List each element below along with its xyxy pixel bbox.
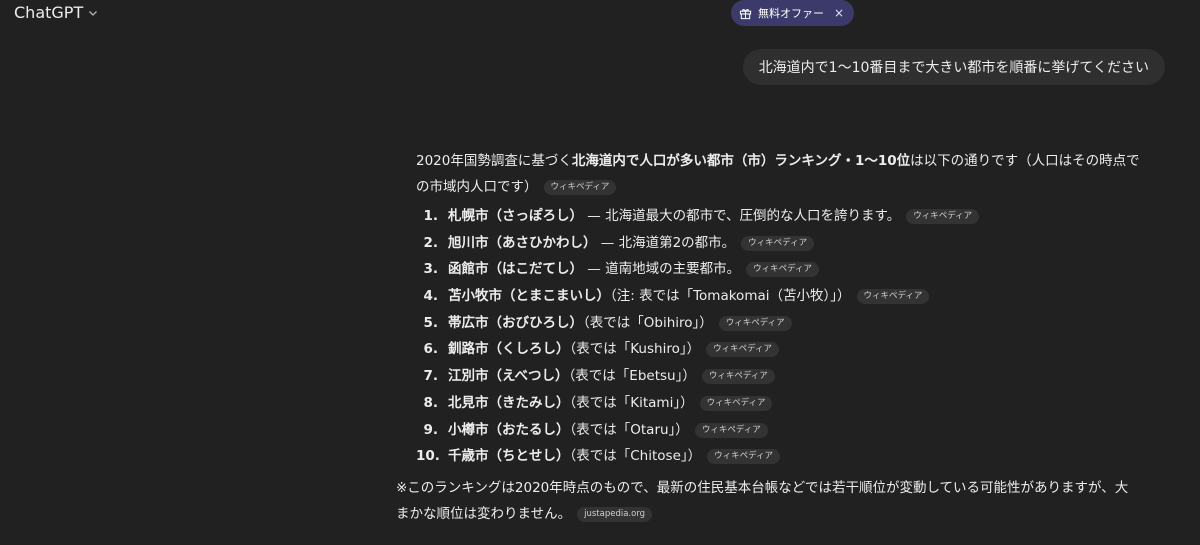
list-item: 5. 帯広市（おびひろし）（表では「Obihiro」） ウィキペディア: [416, 310, 1176, 337]
city-desc: （表では「Obihiro」）: [583, 314, 713, 331]
list-item: 6. 釧路市（くしろし）（表では「Kushiro」） ウィキペディア: [416, 336, 1176, 363]
list-number: 5.: [423, 314, 438, 331]
answer-intro: 2020年国勢調査に基づく北海道内で人口が多い都市（市）ランキング・1〜10位は…: [416, 148, 1176, 200]
city-name: 函館市（はこだてし）: [448, 261, 583, 278]
list-number: 3.: [423, 261, 438, 278]
user-message-bubble: 北海道内で1〜10番目まで大きい都市を順番に挙げてください: [742, 49, 1165, 85]
list-number: 2.: [423, 234, 438, 251]
list-item: 8. 北見市（きたみし）（表では「Kitami」） ウィキペディア: [416, 390, 1176, 417]
assistant-answer: 2020年国勢調査に基づく北海道内で人口が多い都市（市）ランキング・1〜10位は…: [396, 148, 1176, 527]
city-name: 小樽市（おたるし）: [448, 421, 570, 438]
top-bar: ChatGPT 無料オファー ×: [0, 0, 1200, 30]
source-chip[interactable]: ウィキペディア: [856, 289, 930, 305]
source-chip[interactable]: ウィキペディア: [701, 369, 775, 385]
list-item: 3. 函館市（はこだてし） — 道南地域の主要都市。 ウィキペディア: [416, 256, 1176, 283]
app-title: ChatGPT: [14, 3, 84, 22]
list-item: 7. 江別市（えべつし）（表では「Ebetsu」） ウィキペディア: [416, 363, 1176, 390]
city-name: 苫小牧市（とまこまいし）: [448, 288, 610, 305]
source-chip[interactable]: justapedia.org: [577, 506, 653, 522]
list-number: 7.: [423, 368, 438, 385]
list-number: 8.: [423, 394, 438, 411]
intro-text-tail: は以下の通りです（人口はその時点で: [910, 153, 1140, 169]
city-desc: — 北海道第2の都市。: [596, 234, 736, 251]
intro-text-line2: の市域内人口です）: [416, 179, 538, 195]
list-number: 4.: [423, 288, 438, 305]
user-message-text: 北海道内で1〜10番目まで大きい都市を順番に挙げてください: [758, 60, 1149, 76]
city-name: 江別市（えべつし）: [448, 368, 569, 385]
answer-note: ※このランキングは2020年時点のもので、最新の住民基本台帳などでは若干順位が変…: [396, 475, 1176, 527]
list-item: 10. 千歳市（ちとせし）（表では「Chitose」） ウィキペディア: [416, 443, 1176, 470]
note-text: まかな順位は変わりません。: [396, 505, 572, 522]
city-name: 帯広市（おびひろし）: [448, 314, 583, 331]
list-number: 6.: [423, 341, 438, 358]
city-desc: （表では「Otaru」）: [569, 421, 689, 438]
list-item: 1. 札幌市（さっぽろし） — 北海道最大の都市で、圧倒的な人口を誇ります。 ウィキ…: [416, 203, 1176, 230]
city-desc: — 北海道最大の都市で、圧倒的な人口を誇ります。: [583, 208, 901, 224]
source-chip[interactable]: ウィキペディア: [699, 395, 773, 411]
source-chip[interactable]: ウィキペディア: [746, 262, 819, 278]
note-line-2: まかな順位は変わりません。 justapedia.org: [396, 501, 1176, 527]
list-item: 9. 小樽市（おたるし）（表では「Otaru」） ウィキペディア: [416, 417, 1176, 444]
source-chip[interactable]: ウィキペディア: [694, 422, 768, 438]
city-name: 千歳市（ちとせし）: [448, 448, 570, 465]
close-icon[interactable]: ×: [834, 6, 844, 20]
chevron-down-icon: [89, 10, 98, 16]
offer-label: 無料オファー: [758, 7, 824, 20]
city-name: 北見市（きたみし）: [448, 394, 570, 411]
city-desc: （表では「Kushiro」）: [569, 341, 701, 358]
city-desc: （表では「Ebetsu」）: [568, 368, 696, 385]
list-number: 10.: [416, 448, 440, 465]
note-line-1: ※このランキングは2020年時点のもので、最新の住民基本台帳などでは若干順位が変…: [396, 479, 1129, 496]
city-desc: （表では「Kitami」）: [569, 394, 694, 411]
list-item: 2. 旭川市（あさひかわし） — 北海道第2の都市。 ウィキペディア: [416, 230, 1176, 257]
list-number: 1.: [423, 208, 438, 224]
city-desc: （表では「Chitose」）: [569, 448, 702, 465]
intro-bold-text: 北海道内で人口が多い都市（市）ランキング・1〜10位: [571, 153, 911, 169]
list-number: 9.: [423, 421, 438, 438]
city-name: 旭川市（あさひかわし）: [448, 234, 597, 251]
list-item: 4. 苫小牧市（とまこまいし）（注: 表では「Tomakomai（苫小牧）」） ウィ…: [416, 283, 1176, 310]
model-selector[interactable]: ChatGPT: [14, 3, 98, 22]
source-chip[interactable]: ウィキペディア: [741, 235, 815, 251]
source-chip[interactable]: ウィキペディア: [906, 209, 980, 224]
gift-icon: [739, 8, 752, 19]
city-name: 札幌市（さっぽろし）: [448, 208, 583, 224]
source-chip[interactable]: ウィキペディア: [543, 180, 617, 195]
city-desc: （注: 表では「Tomakomai（苫小牧）」）: [610, 288, 851, 305]
intro-text: 2020年国勢調査に基づく: [416, 153, 572, 169]
city-name: 釧路市（くしろし）: [448, 341, 570, 358]
free-offer-button[interactable]: 無料オファー ×: [731, 0, 855, 26]
city-ranking-list: 1. 札幌市（さっぽろし） — 北海道最大の都市で、圧倒的な人口を誇ります。 ウィキ…: [416, 203, 1176, 470]
source-chip[interactable]: ウィキペディア: [718, 315, 792, 331]
source-chip[interactable]: ウィキペディア: [707, 449, 781, 465]
source-chip[interactable]: ウィキペディア: [706, 342, 779, 358]
city-desc: — 道南地域の主要都市。: [583, 261, 741, 278]
